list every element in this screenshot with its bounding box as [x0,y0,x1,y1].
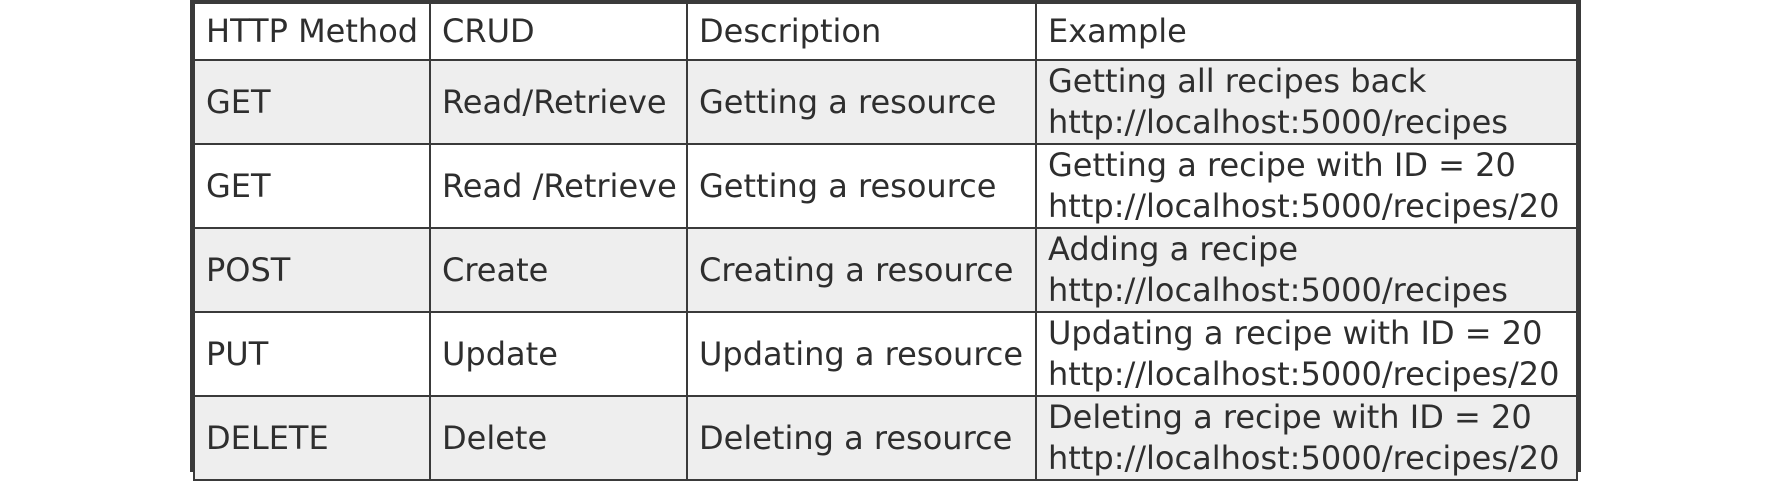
cell-crud: Delete [429,395,688,481]
cell-example: Getting a recipe with ID = 20 http://loc… [1035,143,1578,229]
table-row: PUT Update Updating a resource Updating … [193,311,1578,397]
cell-method: PUT [193,311,431,397]
table-row: GET Read /Retrieve Getting a resource Ge… [193,143,1578,229]
cell-crud: Read /Retrieve [429,143,688,229]
cell-example: Updating a recipe with ID = 20 http://lo… [1035,311,1578,397]
cell-method: POST [193,227,431,313]
example-url: http://localhost:5000/recipes/20 [1048,439,1560,477]
cell-example: Adding a recipe http://localhost:5000/re… [1035,227,1578,313]
example-url: http://localhost:5000/recipes/20 [1048,355,1560,393]
cell-example: Getting all recipes back http://localhos… [1035,59,1578,145]
cell-method: GET [193,59,431,145]
example-text: Adding a recipe [1048,230,1299,268]
header-http-method: HTTP Method [193,2,431,61]
example-url: http://localhost:5000/recipes [1048,271,1508,309]
table-row: DELETE Delete Deleting a resource Deleti… [193,395,1578,481]
header-description: Description [686,2,1037,61]
cell-description: Getting a resource [686,143,1037,229]
http-methods-table-container: HTTP Method CRUD Description Example GET… [190,0,1581,481]
cell-crud: Create [429,227,688,313]
example-text: Deleting a recipe with ID = 20 [1048,398,1532,436]
header-example: Example [1035,2,1578,61]
cell-description: Updating a resource [686,311,1037,397]
example-text: Updating a recipe with ID = 20 [1048,314,1543,352]
header-crud: CRUD [429,2,688,61]
cell-description: Creating a resource [686,227,1037,313]
cell-crud: Read/Retrieve [429,59,688,145]
cell-description: Getting a resource [686,59,1037,145]
example-url: http://localhost:5000/recipes [1048,103,1508,141]
cell-method: GET [193,143,431,229]
table-row: GET Read/Retrieve Getting a resource Get… [193,59,1578,145]
example-text: Getting a recipe with ID = 20 [1048,146,1516,184]
cell-method: DELETE [193,395,431,481]
cell-example: Deleting a recipe with ID = 20 http://lo… [1035,395,1578,481]
cell-description: Deleting a resource [686,395,1037,481]
http-methods-table: HTTP Method CRUD Description Example GET… [193,2,1578,481]
example-url: http://localhost:5000/recipes/20 [1048,187,1560,225]
table-row: POST Create Creating a resource Adding a… [193,227,1578,313]
table-header-row: HTTP Method CRUD Description Example [193,2,1578,61]
cell-crud: Update [429,311,688,397]
example-text: Getting all recipes back [1048,62,1427,100]
